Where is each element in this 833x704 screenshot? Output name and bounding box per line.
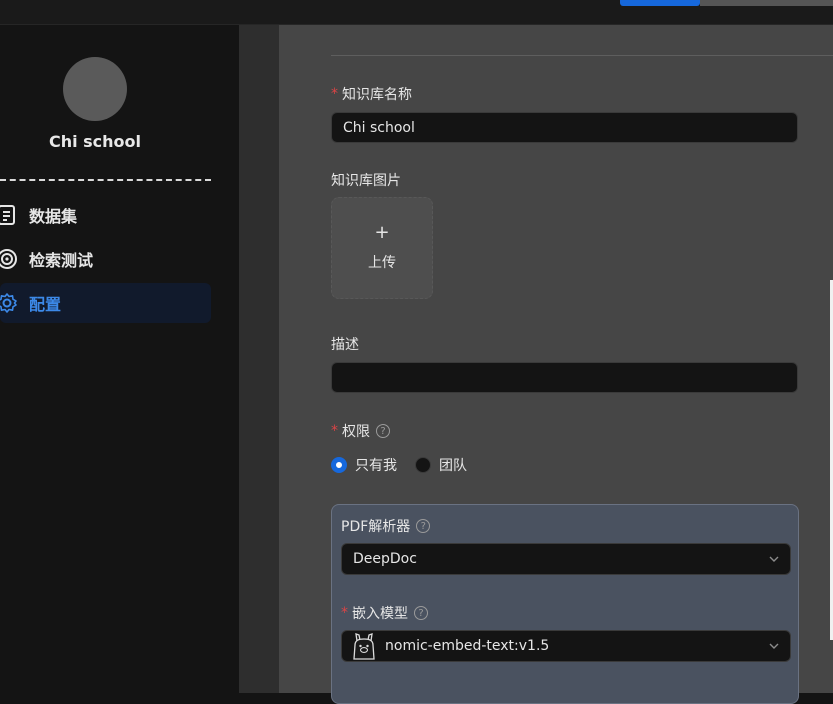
help-icon[interactable]: ?	[414, 606, 428, 620]
layout-gutter	[239, 25, 279, 693]
chevron-down-icon	[769, 643, 779, 649]
sidebar-item-label: 配置	[29, 295, 62, 314]
required-mark: *	[331, 86, 338, 102]
radio-selected-icon	[331, 457, 347, 473]
upload-button[interactable]: + 上传	[331, 197, 433, 299]
avatar	[63, 57, 127, 121]
sidebar: Chi school 数据集 检索测试 配置	[0, 25, 239, 693]
sidebar-item-dataset[interactable]: 数据集	[0, 195, 211, 235]
sidebar-divider	[0, 179, 211, 181]
required-mark: *	[331, 423, 338, 439]
section-divider	[331, 55, 833, 56]
chevron-down-icon	[769, 556, 779, 562]
radio-unselected-icon	[415, 457, 431, 473]
permission-label: * 权限 ?	[331, 421, 390, 441]
sidebar-item-label: 检索测试	[29, 251, 94, 270]
scroll-track	[700, 0, 833, 6]
permission-radio-group: 只有我 团队	[331, 455, 485, 475]
sidebar-item-config[interactable]: 配置	[0, 283, 211, 323]
top-bar	[0, 0, 833, 25]
radio-only-me[interactable]: 只有我	[331, 455, 397, 475]
help-icon[interactable]: ?	[416, 519, 431, 533]
upload-label: 上传	[368, 255, 396, 271]
sidebar-item-label: 数据集	[29, 207, 78, 226]
ollama-llama-icon	[353, 633, 375, 660]
embed-model-label: * 嵌入模型 ?	[341, 603, 428, 623]
embedding-model-select[interactable]: nomic-embed-text:v1.5	[341, 630, 791, 662]
image-label: 知识库图片	[331, 173, 401, 189]
name-label: * 知识库名称	[331, 86, 412, 103]
pdf-parser-select[interactable]: DeepDoc	[341, 543, 791, 575]
knowledge-base-name-input[interactable]: Chi school	[331, 112, 798, 143]
description-label: 描述	[331, 337, 359, 353]
gear-icon	[0, 292, 18, 314]
help-icon[interactable]: ?	[376, 424, 390, 438]
plus-icon: +	[374, 222, 390, 243]
parser-settings-card: PDF解析器 ? DeepDoc * 嵌入模型 ? nomic-embed-te…	[331, 504, 799, 704]
dataset-icon	[0, 204, 18, 226]
progress-indicator	[620, 0, 700, 6]
knowledge-base-name: Chi school	[48, 132, 142, 151]
sidebar-item-retrieval-test[interactable]: 检索测试	[0, 239, 211, 279]
config-form: * 知识库名称 Chi school 知识库图片 + 上传 描述 * 权限 ? …	[279, 25, 833, 704]
description-input[interactable]	[331, 362, 798, 393]
parser-label: PDF解析器 ?	[341, 516, 431, 536]
required-mark: *	[341, 605, 348, 621]
radio-team[interactable]: 团队	[415, 455, 467, 475]
target-icon	[0, 248, 18, 270]
